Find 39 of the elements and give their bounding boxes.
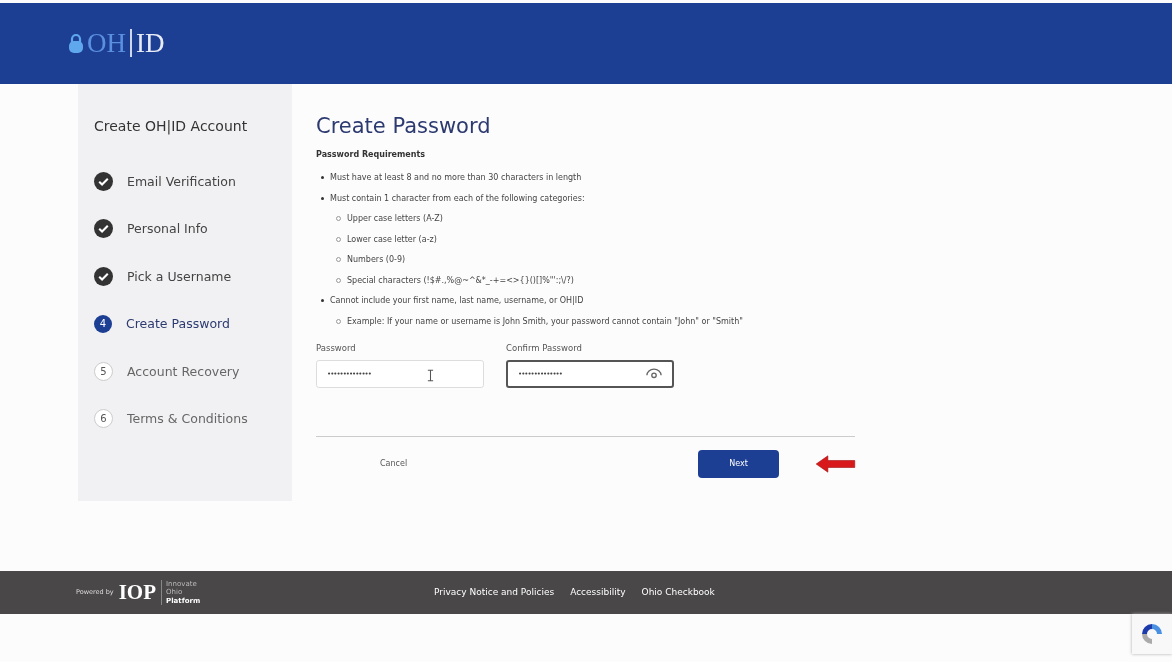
step-number: 5 xyxy=(94,361,113,381)
brand-logo-text: IOP xyxy=(118,579,157,605)
sidebar-title: Create OH|ID Account xyxy=(94,117,249,134)
requirement-text: Numbers (0-9) xyxy=(347,255,406,265)
logo-divider xyxy=(130,29,132,58)
step-label: Email Verification xyxy=(127,173,236,189)
logo-text: ID xyxy=(136,27,165,59)
text-cursor-icon xyxy=(427,368,434,382)
requirement-text: Special characters (!$#.,%@~^&*_-+=<>{}()[]%"':;\/?) xyxy=(347,275,574,285)
bullet-icon xyxy=(321,196,324,200)
captcha-icon xyxy=(1140,622,1164,646)
requirement-text: Must contain 1 character from each of the following categories: xyxy=(330,193,585,203)
page-title: Create Password xyxy=(316,113,492,138)
bullet-icon xyxy=(321,299,324,303)
step-number: 4 xyxy=(94,314,112,333)
eye-icon[interactable] xyxy=(646,368,662,380)
requirement-text: Cannot include your first name, last name, username, or OH|ID xyxy=(330,296,584,306)
field-label: Confirm Password xyxy=(506,342,583,353)
cancel-link[interactable]: Cancel xyxy=(376,457,412,471)
step-label: Personal Info xyxy=(127,221,208,237)
step-label: Account Recovery xyxy=(127,363,240,379)
bullet-icon xyxy=(321,176,324,180)
step-number: 6 xyxy=(94,409,113,429)
footer-link[interactable]: Ohio Checkbook xyxy=(641,587,715,598)
field-label: Password xyxy=(316,342,357,353)
step-label: Create Password xyxy=(126,316,230,332)
footer-link[interactable]: Privacy Notice and Policies xyxy=(434,587,555,598)
step-label: Terms & Conditions xyxy=(127,411,248,427)
footer-link[interactable]: Accessibility xyxy=(570,587,626,598)
requirement-text: Must have at least 8 and no more than 30 characters in length xyxy=(330,173,582,183)
logo-text: OH xyxy=(87,27,126,59)
requirement-text: Upper case letters (A-Z) xyxy=(347,214,443,224)
captcha-badge[interactable] xyxy=(1132,614,1172,654)
padlock-icon xyxy=(68,33,84,54)
step-label: Pick a Username xyxy=(127,268,232,284)
requirement-text: Lower case letter (a-z) xyxy=(347,234,437,244)
section-heading: Password Requirements xyxy=(316,149,427,159)
requirement-text: Example: If your name or username is John Smith, your password cannot contain "John" or "Smith" xyxy=(347,316,743,326)
next-button[interactable]: Next xyxy=(698,449,780,478)
